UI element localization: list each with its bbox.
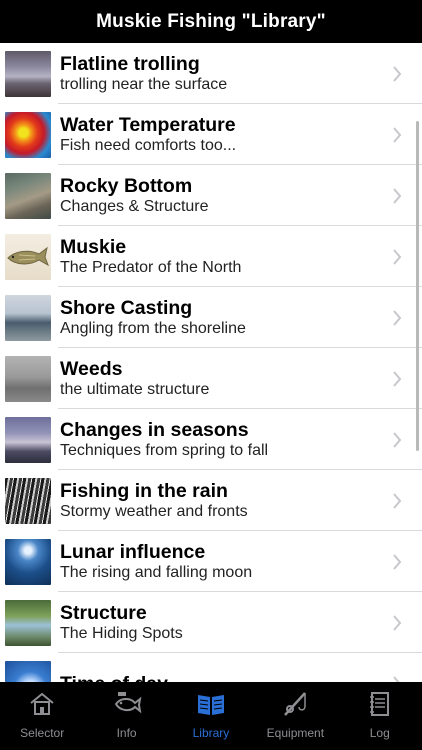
tab-label: Equipment (266, 726, 325, 740)
thumbnail-image (5, 233, 51, 280)
house-icon (26, 688, 58, 720)
tab-label: Info (116, 726, 137, 740)
list-item-title: Structure (60, 602, 147, 624)
list-item-title: Shore Casting (60, 297, 193, 319)
thumbnail-image (5, 477, 51, 524)
list-item-title: Changes in seasons (60, 419, 249, 441)
list-item-shore-casting[interactable]: Shore Casting Angling from the shoreline (0, 287, 422, 348)
thumbnail-image (5, 416, 51, 463)
open-book-icon (195, 688, 227, 720)
list-item-title: Weeds (60, 358, 123, 380)
list-item-subtitle: Techniques from spring to fall (60, 442, 269, 459)
thumbnail-image (5, 172, 51, 219)
list-item-rocky-bottom[interactable]: Rocky Bottom Changes & Structure (0, 165, 422, 226)
list-item-subtitle: The rising and falling moon (60, 564, 253, 581)
list-item-subtitle: the ultimate structure (60, 381, 210, 398)
list-item-fishing-in-the-rain[interactable]: Fishing in the rain Stormy weather and f… (0, 470, 422, 531)
tab-equipment[interactable]: Equipment (253, 682, 337, 740)
list-item-title: Flatline trolling (60, 53, 200, 75)
tab-info[interactable]: Info (85, 682, 169, 740)
chevron-right-icon (382, 370, 412, 387)
chevron-right-icon (382, 614, 412, 631)
tab-label: Log (369, 726, 390, 740)
list-item-subtitle: Stormy weather and fronts (60, 503, 248, 520)
list-item-structure[interactable]: Structure The Hiding Spots (0, 592, 422, 653)
list-item-subtitle: The Hiding Spots (60, 625, 183, 642)
thumbnail-image (5, 50, 51, 97)
muskie-fish-illustration (7, 246, 49, 266)
thumbnail-image (5, 355, 51, 402)
list-item-title: Rocky Bottom (60, 175, 193, 197)
chevron-right-icon (382, 187, 412, 204)
chevron-right-icon (382, 553, 412, 570)
list-item-weeds[interactable]: Weeds the ultimate structure (0, 348, 422, 409)
chevron-right-icon (382, 65, 412, 82)
tab-selector[interactable]: Selector (0, 682, 84, 740)
list-item-flatline-trolling[interactable]: Flatline trolling trolling near the surf… (0, 43, 422, 104)
list-item-title: Muskie (60, 236, 127, 258)
list-item-changes-in-seasons[interactable]: Changes in seasons Techniques from sprin… (0, 409, 422, 470)
chevron-right-icon (382, 309, 412, 326)
thumbnail-image (5, 660, 51, 682)
tab-label: Selector (20, 726, 65, 740)
list-item-title: Time of day (60, 673, 382, 683)
thumbnail-image (5, 111, 51, 158)
fishing-rod-icon (279, 688, 311, 720)
list-item-muskie[interactable]: Muskie The Predator of the North (0, 226, 422, 287)
list-item-title: Lunar influence (60, 541, 206, 563)
thumbnail-image (5, 538, 51, 585)
notebook-icon (364, 688, 396, 720)
thumbnail-image (5, 599, 51, 646)
list-item-lunar-influence[interactable]: Lunar influence The rising and falling m… (0, 531, 422, 592)
chevron-right-icon (382, 248, 412, 265)
list-item-subtitle: Changes & Structure (60, 198, 209, 215)
list-item-title: Fishing in the rain (60, 480, 228, 502)
tab-bar: Selector Info Library Equipment Log (0, 682, 422, 750)
tab-library[interactable]: Library (169, 682, 253, 740)
chevron-right-icon (382, 492, 412, 509)
list-item-water-temperature[interactable]: Water Temperature Fish need comforts too… (0, 104, 422, 165)
library-list[interactable]: Flatline trolling trolling near the surf… (0, 43, 422, 682)
page-title: Muskie Fishing "Library" (96, 10, 326, 32)
list-item-subtitle: The Predator of the North (60, 259, 242, 276)
navigation-bar: Muskie Fishing "Library" (0, 0, 422, 43)
list-item-subtitle: Angling from the shoreline (60, 320, 246, 337)
list-item-subtitle: trolling near the surface (60, 76, 228, 93)
tab-label: Library (192, 726, 230, 740)
fish-info-icon (111, 688, 143, 720)
list-item-title: Water Temperature (60, 114, 236, 136)
list-item-subtitle: Fish need comforts too... (60, 137, 237, 154)
thumbnail-image (5, 294, 51, 341)
list-item-time-of-day[interactable]: Time of day (0, 653, 422, 682)
chevron-right-icon (382, 126, 412, 143)
scrollbar[interactable] (416, 121, 419, 451)
chevron-right-icon (382, 431, 412, 448)
tab-log[interactable]: Log (338, 682, 422, 740)
